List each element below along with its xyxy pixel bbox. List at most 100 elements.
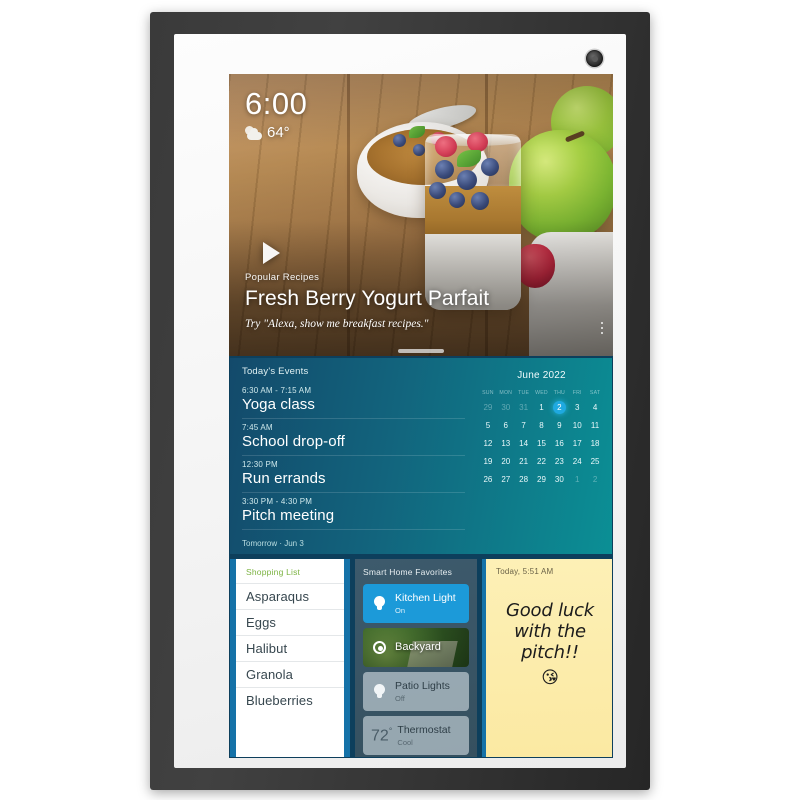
device-name: Thermostat: [397, 724, 451, 737]
calendar-day[interactable]: 19: [479, 455, 497, 468]
smart-home-card-backyard-camera[interactable]: Backyard: [363, 628, 469, 667]
calendar-day[interactable]: 9: [550, 419, 568, 432]
calendar-day[interactable]: 12: [479, 437, 497, 450]
shopping-list-item[interactable]: Halibut: [236, 635, 344, 661]
note-line: pitch!!: [521, 642, 579, 664]
events-heading: Today's Events: [242, 366, 309, 377]
calendar-dow: THU: [553, 390, 565, 396]
kebab-menu-icon[interactable]: [600, 321, 603, 334]
calendar-day[interactable]: 27: [497, 473, 515, 486]
lightbulb-icon: [371, 683, 388, 700]
calendar-day[interactable]: 30: [497, 401, 515, 414]
calendar-day[interactable]: 3: [568, 401, 586, 414]
shopping-list-item[interactable]: Asparaqus: [236, 583, 344, 609]
calendar-day[interactable]: 10: [568, 419, 586, 432]
calendar-day[interactable]: 14: [515, 437, 533, 450]
event-title: Yoga class: [242, 396, 315, 413]
event-item[interactable]: 3:30 PM - 4:30 PM Pitch meeting: [242, 493, 465, 530]
calendar-day[interactable]: 28: [515, 473, 533, 486]
calendar-dow: FRI: [572, 390, 582, 396]
smart-home-card-patio-lights[interactable]: Patio Lights Off: [363, 672, 469, 711]
calendar-day[interactable]: 1: [533, 401, 551, 414]
calendar-day[interactable]: 6: [497, 419, 515, 432]
device-state: Cool: [397, 737, 413, 747]
recipe-text-block: Popular Recipes Fresh Berry Yogurt Parfa…: [245, 272, 579, 330]
alexa-hint: Try "Alexa, show me breakfast recipes.": [245, 318, 429, 330]
calendar-day[interactable]: 2: [586, 473, 604, 486]
note-timestamp: Today, 5:51 AM: [496, 567, 554, 576]
event-item[interactable]: 7:45 AM School drop-off: [242, 419, 465, 456]
play-icon[interactable]: [263, 242, 280, 264]
calendar-day[interactable]: 21: [515, 455, 533, 468]
smart-home-card-thermostat[interactable]: 72° Thermostat Cool: [363, 716, 469, 755]
event-item[interactable]: 6:30 AM - 7:15 AM Yoga class: [242, 382, 465, 419]
calendar-dow: TUE: [518, 390, 530, 396]
thermostat-temperature: 72°: [371, 725, 393, 745]
event-title: School drop-off: [242, 433, 345, 450]
lightbulb-icon: [371, 595, 388, 612]
device-name: Backyard: [395, 641, 441, 654]
calendar-day[interactable]: 24: [568, 455, 586, 468]
device-bezel: 6:00 64° Popular Recipes Fresh Berry Yog…: [174, 34, 626, 768]
calendar-day-today[interactable]: 2: [550, 401, 568, 414]
weather-temperature: 64°: [267, 124, 290, 141]
calendar-dow: MON: [499, 390, 513, 396]
calendar-day[interactable]: 22: [533, 455, 551, 468]
calendar-day[interactable]: 30: [550, 473, 568, 486]
calendar-day[interactable]: 29: [533, 473, 551, 486]
events-footer: Tomorrow · Jun 3: [242, 539, 304, 548]
device-name: Patio Lights: [395, 680, 450, 693]
calendar-widget[interactable]: June 2022 SUN MON TUE WED THU FRI SAT 29…: [477, 358, 612, 554]
event-item[interactable]: 12:30 PM Run errands: [242, 456, 465, 493]
calendar-day[interactable]: 29: [479, 401, 497, 414]
clock-widget: 6:00 64°: [245, 88, 307, 141]
event-time: 3:30 PM - 4:30 PM: [242, 497, 313, 506]
event-time: 12:30 PM: [242, 460, 278, 469]
shopping-list-item[interactable]: Granola: [236, 661, 344, 687]
calendar-day[interactable]: 16: [550, 437, 568, 450]
calendar-grid: SUN MON TUE WED THU FRI SAT 29 30 31 1 2 3 4 5 6…: [479, 390, 604, 486]
device-state: On: [395, 605, 406, 615]
smart-home-card-kitchen-light[interactable]: Kitchen Light On: [363, 584, 469, 623]
events-calendar-panel: Today's Events 6:30 AM - 7:15 AM Yoga cl…: [230, 358, 612, 554]
calendar-day[interactable]: 11: [586, 419, 604, 432]
calendar-day[interactable]: 26: [479, 473, 497, 486]
calendar-day[interactable]: 18: [586, 437, 604, 450]
shopping-list-item[interactable]: Eggs: [236, 609, 344, 635]
event-title: Pitch meeting: [242, 507, 335, 524]
calendar-day[interactable]: 13: [497, 437, 515, 450]
shopping-list-item[interactable]: Blueberries: [236, 687, 344, 713]
device-name: Kitchen Light: [395, 592, 456, 605]
calendar-day[interactable]: 8: [533, 419, 551, 432]
shopping-list-panel[interactable]: Shopping List Asparaqus Eggs Halibut Gra…: [230, 559, 350, 757]
calendar-day[interactable]: 17: [568, 437, 586, 450]
calendar-day[interactable]: 7: [515, 419, 533, 432]
note-line: Good luck: [505, 600, 595, 621]
calendar-day[interactable]: 20: [497, 455, 515, 468]
calendar-day[interactable]: 31: [515, 401, 533, 414]
shopping-list-heading: Shopping List: [246, 567, 301, 577]
weather-widget: 64°: [245, 124, 307, 141]
todays-events-list[interactable]: Today's Events 6:30 AM - 7:15 AM Yoga cl…: [230, 358, 477, 554]
recipe-title: Fresh Berry Yogurt Parfait: [245, 286, 490, 310]
camera-lens-icon: [586, 50, 603, 67]
smart-home-panel: Smart Home Favorites Kitchen Light On Ba…: [355, 559, 477, 757]
calendar-day[interactable]: 25: [586, 455, 604, 468]
calendar-dow: SAT: [589, 390, 601, 396]
recipe-hero-card[interactable]: 6:00 64° Popular Recipes Fresh Berry Yog…: [229, 74, 613, 356]
calendar-day[interactable]: 23: [550, 455, 568, 468]
scroll-handle[interactable]: [398, 349, 444, 353]
sun-behind-cloud-icon: [245, 125, 262, 140]
camera-icon: [371, 639, 388, 656]
calendar-day[interactable]: 4: [586, 401, 604, 414]
event-time: 6:30 AM - 7:15 AM: [242, 386, 312, 395]
screenshot-root: 6:00 64° Popular Recipes Fresh Berry Yog…: [0, 0, 800, 800]
calendar-day[interactable]: 1: [568, 473, 586, 486]
calendar-day[interactable]: 15: [533, 437, 551, 450]
event-title: Run errands: [242, 470, 326, 487]
device-frame: 6:00 64° Popular Recipes Fresh Berry Yog…: [150, 12, 650, 790]
device-state: Off: [395, 693, 405, 703]
calendar-day[interactable]: 5: [479, 419, 497, 432]
sticky-note-panel[interactable]: Today, 5:51 AM Good luck with the pitch!…: [482, 559, 612, 757]
note-text: Good luck with the pitch!! 😘: [506, 600, 594, 688]
